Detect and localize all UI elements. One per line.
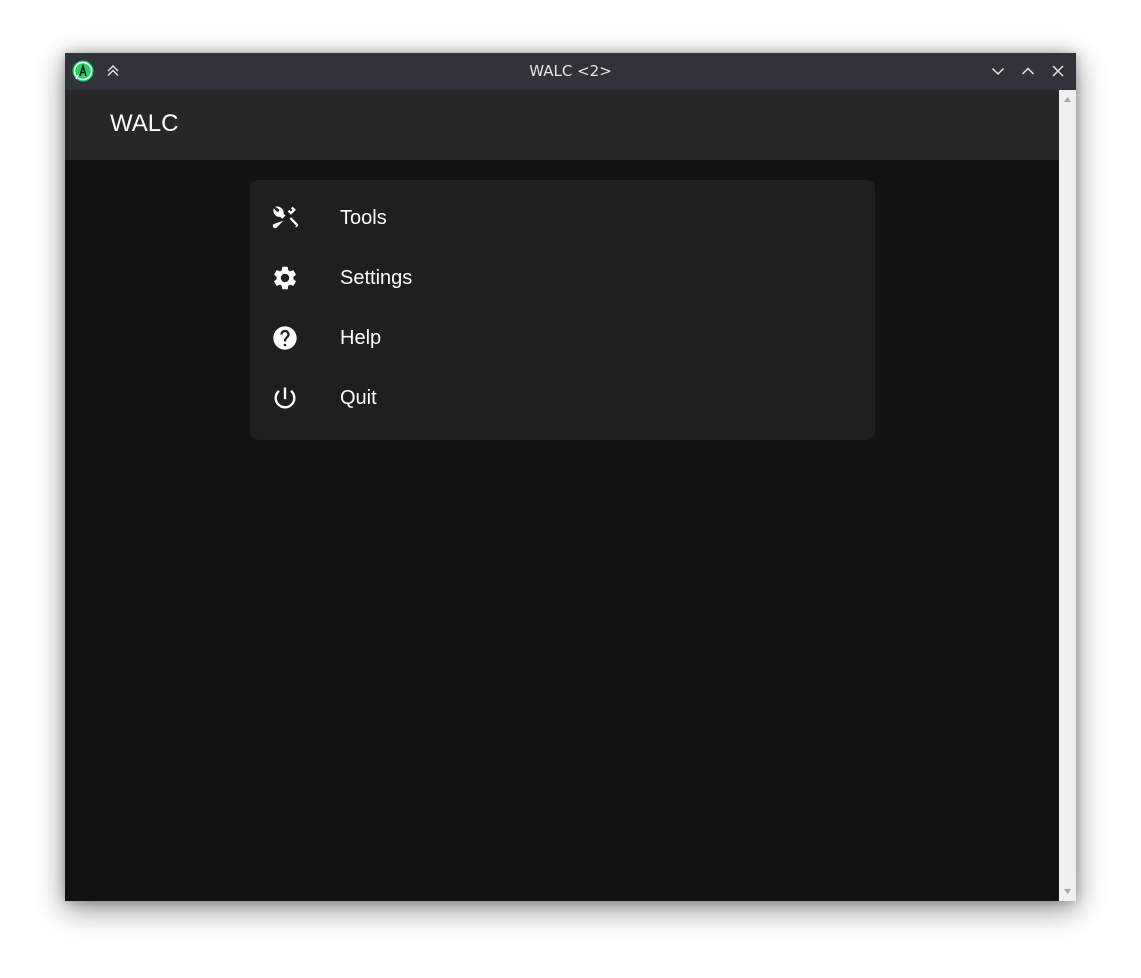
window-titlebar[interactable]: WALC <2> (65, 53, 1076, 90)
menu-item-label: Settings (340, 266, 413, 289)
help-icon (270, 323, 300, 353)
chevron-down-icon (991, 67, 1005, 76)
vertical-scrollbar[interactable] (1059, 90, 1076, 901)
app-content: WALC Tools Settings Help Quit (65, 90, 1059, 901)
menu-item-label: Tools (340, 206, 387, 229)
scroll-down-icon[interactable] (1063, 887, 1072, 896)
menu-item-tools[interactable]: Tools (250, 188, 875, 248)
app-bar: WALC (65, 90, 1059, 160)
window-title: WALC <2> (529, 62, 612, 80)
page-title: WALC (110, 110, 179, 137)
maximize-button[interactable] (1017, 60, 1039, 82)
menu-item-quit[interactable]: Quit (250, 368, 875, 428)
app-window: WALC <2> WALC Tools Settings Help Quit (65, 53, 1076, 901)
tools-icon (270, 203, 300, 233)
menu-item-label: Help (340, 326, 382, 349)
power-icon (270, 383, 300, 413)
menu-item-label: Quit (340, 386, 377, 409)
minimize-button[interactable] (987, 60, 1009, 82)
gear-icon (270, 263, 300, 293)
close-icon (1052, 65, 1064, 77)
close-button[interactable] (1047, 60, 1069, 82)
chevron-up-icon (1021, 67, 1035, 75)
menu-item-help[interactable]: Help (250, 308, 875, 368)
main-menu: Tools Settings Help Quit (250, 180, 875, 440)
scroll-up-icon[interactable] (1063, 95, 1072, 104)
menu-item-settings[interactable]: Settings (250, 248, 875, 308)
